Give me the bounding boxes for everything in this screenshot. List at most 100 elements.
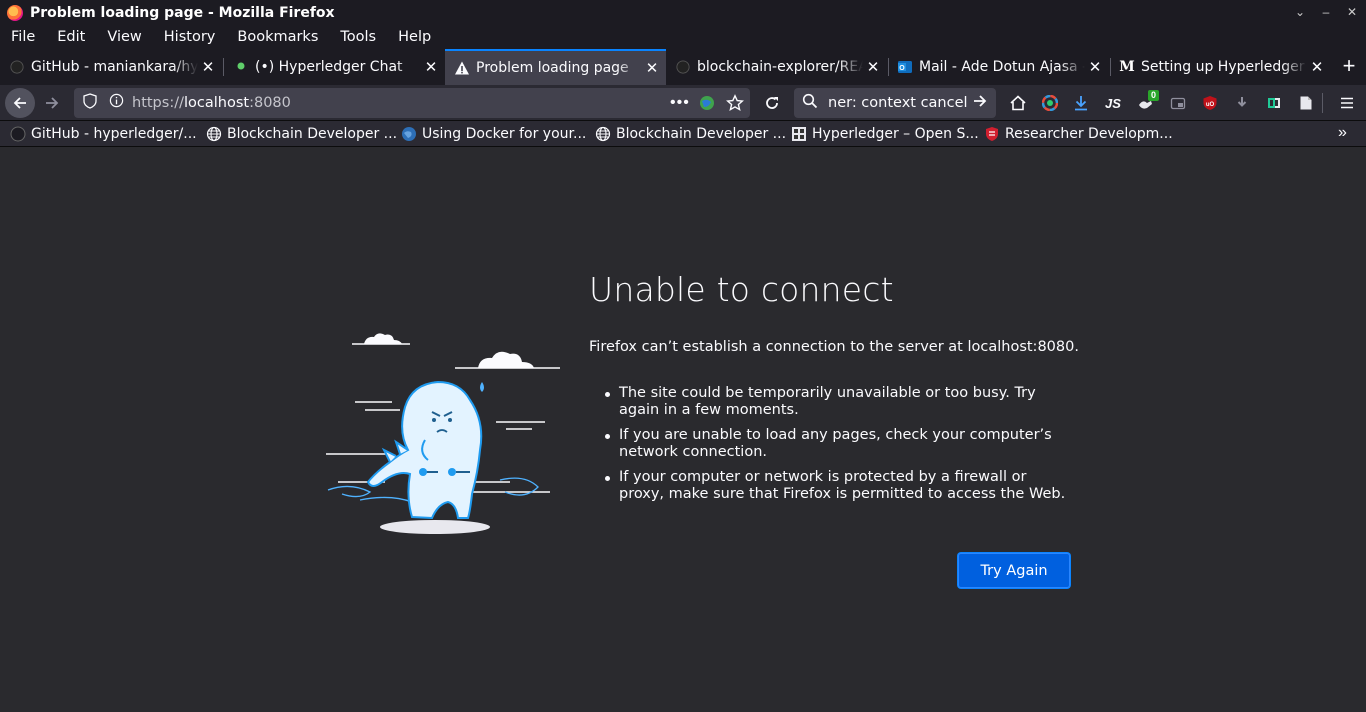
github-icon <box>10 126 26 142</box>
tab-problem-loading[interactable]: Problem loading page ✕ <box>445 49 666 85</box>
home-button[interactable] <box>1004 89 1032 117</box>
bookmarks-overflow-chevron-icon[interactable]: » <box>1338 124 1347 142</box>
list-item: If you are unable to load any pages, che… <box>604 427 1074 461</box>
ublock-origin-icon: uO <box>1203 96 1217 110</box>
reload-icon <box>766 97 778 109</box>
tab-label: Problem loading page <box>476 60 629 76</box>
close-tab-icon[interactable]: ✕ <box>1085 58 1105 76</box>
globe-blue-icon <box>401 126 417 142</box>
shield-icon <box>984 126 1000 142</box>
firefox-logo-icon <box>7 4 23 21</box>
site-info-icon[interactable] <box>109 93 124 113</box>
close-tab-icon[interactable]: ✕ <box>642 59 662 77</box>
translate-globe-icon[interactable] <box>699 95 715 116</box>
error-description: Firefox can’t establish a connection to … <box>589 339 1079 355</box>
vpn-extension-button[interactable] <box>1260 89 1288 117</box>
tab-hyperledger-chat[interactable]: (•) Hyperledger Chat ✕ <box>224 49 445 85</box>
search-input[interactable]: ner: context canceled <box>828 95 968 111</box>
bookmark-star-icon[interactable] <box>726 94 744 117</box>
container-tabs-button[interactable] <box>1164 89 1192 117</box>
close-tab-icon[interactable]: ✕ <box>198 58 218 76</box>
close-tab-icon[interactable]: ✕ <box>863 58 883 76</box>
window-menu-button[interactable]: ⌄ <box>1290 3 1310 21</box>
tracking-protection-shield-icon[interactable] <box>83 92 97 114</box>
bookmark-using-docker[interactable]: Using Docker for your... <box>401 125 586 143</box>
error-suggestions-list: The site could be temporarily unavailabl… <box>604 385 1074 511</box>
warning-icon <box>454 60 470 76</box>
bookmark-label: Blockchain Developer ... <box>227 126 398 142</box>
close-window-button[interactable]: ✕ <box>1342 3 1362 21</box>
new-tab-button[interactable]: + <box>1338 55 1360 78</box>
menu-bookmarks[interactable]: Bookmarks <box>237 29 318 45</box>
back-button[interactable] <box>5 88 35 118</box>
minimize-button[interactable]: – <box>1316 3 1336 21</box>
download-arrow-icon <box>1075 96 1087 111</box>
search-go-icon[interactable] <box>972 93 988 114</box>
page-actions-icon[interactable]: ••• <box>670 94 690 112</box>
app-menu-button[interactable] <box>1333 89 1361 117</box>
url-text[interactable]: https://localhost:8080 <box>132 95 291 111</box>
color-picker-extension-button[interactable] <box>1036 89 1064 117</box>
adblock-extension-button[interactable]: 0 <box>1132 89 1160 117</box>
hyperledger-icon <box>791 126 807 142</box>
downloads-button[interactable] <box>1067 89 1095 117</box>
outlook-icon: O <box>897 59 913 75</box>
tab-github-maniankara[interactable]: GitHub - maniankara/hyperledger-fabric-t… <box>0 49 222 85</box>
url-scheme: https:// <box>132 95 184 111</box>
globe-icon <box>595 126 611 142</box>
js-extension-button[interactable]: JS <box>1099 89 1127 117</box>
bookmark-blockchain-dev-1[interactable]: Blockchain Developer ... <box>206 125 397 143</box>
bookmark-label: GitHub - hyperledger/... <box>31 126 197 142</box>
menu-tools[interactable]: Tools <box>340 29 376 45</box>
bookmark-blockchain-dev-2[interactable]: Blockchain Developer ... <box>595 125 786 143</box>
home-icon <box>1010 95 1026 111</box>
try-again-button[interactable]: Try Again <box>958 553 1070 588</box>
download-helper-icon <box>1237 97 1247 107</box>
menu-help[interactable]: Help <box>398 29 431 45</box>
ublock-button[interactable]: uO <box>1196 89 1224 117</box>
navigation-toolbar: https://localhost:8080 ••• ner: context … <box>0 85 1366 121</box>
url-port: :8080 <box>249 95 291 111</box>
url-host: localhost <box>183 95 250 111</box>
hamburger-menu-icon <box>1341 97 1353 109</box>
menu-file[interactable]: File <box>11 29 35 45</box>
tab-label: Mail - Ade Dotun Ajasa - Outlook <box>919 59 1085 75</box>
github-icon <box>9 59 25 75</box>
document-icon <box>1300 96 1312 110</box>
back-arrow-icon <box>13 97 26 109</box>
color-wheel-icon <box>1042 95 1058 111</box>
download-helper-button[interactable] <box>1228 89 1256 117</box>
menu-history[interactable]: History <box>164 29 216 45</box>
bookmarks-toolbar: GitHub - hyperledger/... Blockchain Deve… <box>0 121 1366 147</box>
reader-notes-button[interactable] <box>1292 89 1320 117</box>
tab-bar: GitHub - maniankara/hyperledger-fabric-t… <box>0 49 1366 85</box>
search-bar[interactable]: ner: context canceled <box>794 88 996 118</box>
bookmark-label: Using Docker for your... <box>422 126 587 142</box>
close-tab-icon[interactable]: ✕ <box>421 58 441 76</box>
tab-outlook-mail[interactable]: O Mail - Ade Dotun Ajasa - Outlook ✕ <box>888 49 1109 85</box>
forward-arrow-icon <box>46 97 59 109</box>
search-icon <box>802 93 818 114</box>
error-page: Unable to connect Firefox can’t establis… <box>0 147 1366 712</box>
close-tab-icon[interactable]: ✕ <box>1307 58 1327 76</box>
window-titlebar: Problem loading page - Mozilla Firefox ⌄… <box>0 0 1366 25</box>
menu-edit[interactable]: Edit <box>57 29 85 45</box>
bookmark-label: Blockchain Developer ... <box>616 126 787 142</box>
bookmark-label: Researcher Developm... <box>1005 126 1173 142</box>
vpn-icon <box>1268 98 1280 108</box>
tab-blockchain-explorer[interactable]: blockchain-explorer/README.md ✕ <box>666 49 887 85</box>
list-item: The site could be temporarily unavailabl… <box>604 385 1074 419</box>
bookmark-researcher-dev[interactable]: Researcher Developm... <box>984 125 1173 143</box>
menu-bar: File Edit View History Bookmarks Tools H… <box>0 25 1366 49</box>
menu-view[interactable]: View <box>107 29 141 45</box>
bookmark-github-hyperledger[interactable]: GitHub - hyperledger/... <box>10 125 197 143</box>
bookmark-label: Hyperledger – Open S... <box>812 126 979 142</box>
forward-button[interactable] <box>38 89 66 117</box>
tab-label: blockchain-explorer/README.md <box>697 59 863 75</box>
url-bar[interactable]: https://localhost:8080 ••• <box>74 88 750 118</box>
tab-medium-hyperledger[interactable]: M Setting up Hyperledger Explorer ✕ <box>1110 49 1331 85</box>
reload-button[interactable] <box>758 89 786 117</box>
list-item: If your computer or network is protected… <box>604 469 1074 503</box>
tab-label: Setting up Hyperledger Explorer <box>1141 59 1307 75</box>
bookmark-hyperledger[interactable]: Hyperledger – Open S... <box>791 125 979 143</box>
